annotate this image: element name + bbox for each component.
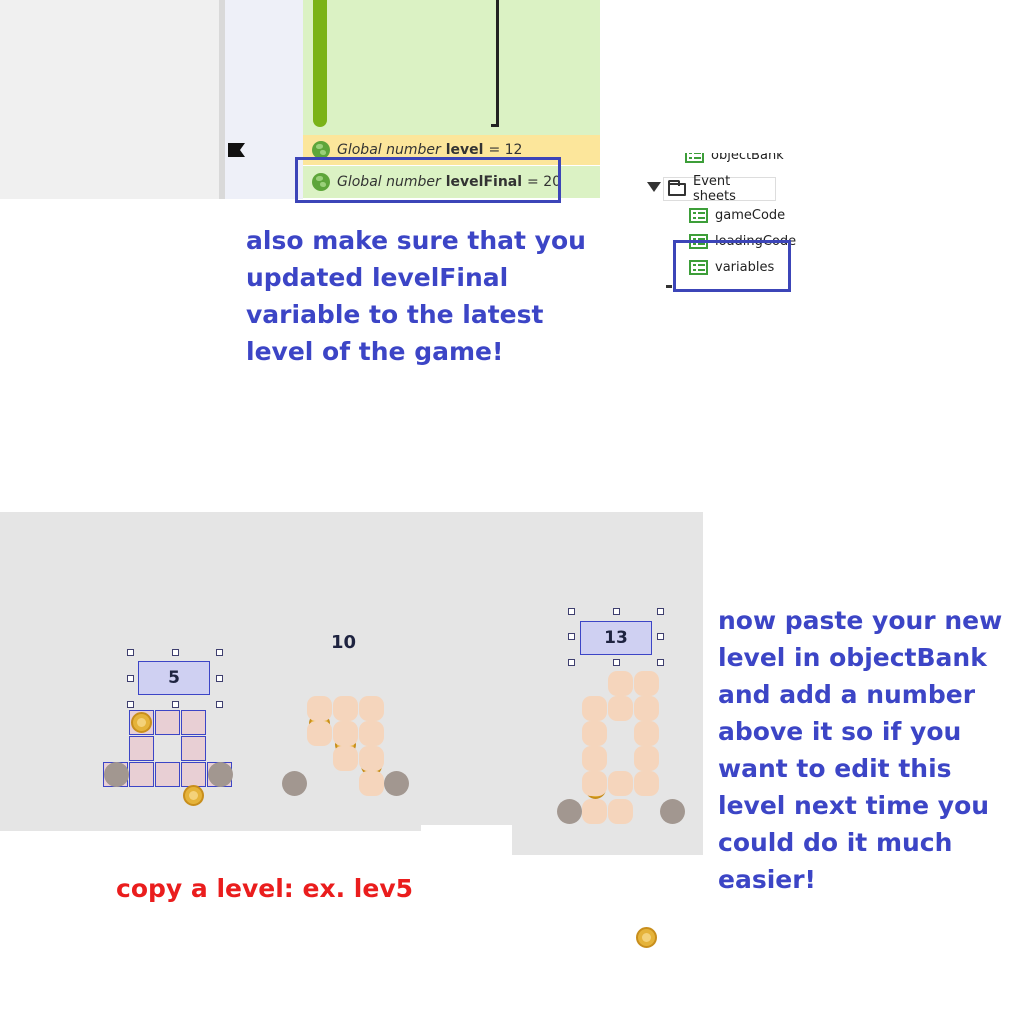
selection-handle[interactable] <box>216 675 223 682</box>
level-number-box[interactable]: 5 <box>138 661 210 695</box>
level-tile[interactable] <box>181 736 206 761</box>
stone[interactable] <box>660 799 685 824</box>
tree-item-gamecode[interactable]: gameCode <box>689 204 785 226</box>
selection-handle[interactable] <box>657 608 664 615</box>
selection-handle[interactable] <box>613 608 620 615</box>
level-tile[interactable] <box>181 710 206 735</box>
selection-handle[interactable] <box>568 659 575 666</box>
editor-background <box>0 0 219 199</box>
level-tile[interactable] <box>582 746 607 771</box>
level-number-label[interactable]: 10 <box>331 632 356 653</box>
event-sheet-icon <box>689 207 708 223</box>
level-tile[interactable] <box>333 746 358 771</box>
level-tile[interactable] <box>608 671 633 696</box>
selection-handle[interactable] <box>568 633 575 640</box>
level-tile[interactable] <box>582 696 607 721</box>
level-tile[interactable] <box>634 671 659 696</box>
level-tile[interactable] <box>359 721 384 746</box>
stone[interactable] <box>384 771 409 796</box>
level-tile[interactable] <box>608 771 633 796</box>
level-tile[interactable] <box>155 762 180 787</box>
event-block <box>303 0 600 135</box>
selection-handle[interactable] <box>613 659 620 666</box>
level-tile[interactable] <box>582 721 607 746</box>
level-tile[interactable] <box>634 771 659 796</box>
tree-folder-label: Event sheets <box>693 174 736 204</box>
levelfinal-highlight-box <box>295 157 561 203</box>
expand-triangle-icon[interactable] <box>647 182 661 192</box>
level-tile[interactable] <box>634 696 659 721</box>
instruction-caption-bottom: copy a level: ex. lev5 <box>116 874 414 903</box>
level-number-box[interactable]: 13 <box>580 621 652 655</box>
coin-icon[interactable] <box>183 785 204 806</box>
selection-handle[interactable] <box>127 701 134 708</box>
selection-handle[interactable] <box>657 659 664 666</box>
selection-handle[interactable] <box>568 608 575 615</box>
instruction-caption-right: now paste your new level in objectBank a… <box>718 606 1003 894</box>
level-tile[interactable] <box>608 696 633 721</box>
selection-handle[interactable] <box>127 649 134 656</box>
stone[interactable] <box>208 762 233 787</box>
selection-handle[interactable] <box>657 633 664 640</box>
variables-highlight-box <box>673 240 791 292</box>
level-tile[interactable] <box>307 696 332 721</box>
selection-handle[interactable] <box>127 675 134 682</box>
level-tile[interactable] <box>582 799 607 824</box>
selection-handle[interactable] <box>216 701 223 708</box>
level-tile[interactable] <box>129 736 154 761</box>
folder-icon <box>668 179 686 196</box>
selection-handle[interactable] <box>172 701 179 708</box>
level-tile[interactable] <box>181 762 206 787</box>
selection-handle[interactable] <box>216 649 223 656</box>
tree-item-label: gameCode <box>715 207 786 223</box>
variable-value: = 12 <box>488 142 523 158</box>
tree-item-objectbank-cut[interactable]: objectBank <box>685 153 805 166</box>
level-tile[interactable] <box>155 710 180 735</box>
bracket-foot <box>491 124 499 127</box>
flag-icon[interactable] <box>228 143 245 157</box>
stone[interactable] <box>282 771 307 796</box>
event-margin-panel <box>225 0 303 199</box>
coin-icon[interactable] <box>636 927 657 948</box>
variable-kind: Global number <box>337 142 441 158</box>
level-tile[interactable] <box>333 696 358 721</box>
level-tile[interactable] <box>582 771 607 796</box>
level-tile[interactable] <box>634 746 659 771</box>
variable-name: level <box>445 142 484 158</box>
selection-handle[interactable] <box>172 649 179 656</box>
stone[interactable] <box>104 762 129 787</box>
level-tile[interactable] <box>634 721 659 746</box>
instruction-caption-top: also make sure that you updated levelFin… <box>246 226 586 366</box>
level-tile[interactable] <box>608 799 633 824</box>
tree-item-label: objectBank <box>711 153 784 163</box>
stone[interactable] <box>557 799 582 824</box>
level-tile[interactable] <box>307 721 332 746</box>
tree-folder-event-sheets[interactable]: Event sheets <box>663 174 776 204</box>
event-sheet-icon <box>685 153 704 163</box>
level-tile[interactable] <box>333 721 358 746</box>
level-tile[interactable] <box>359 746 384 771</box>
variable-group-bar[interactable] <box>313 0 327 127</box>
level-tile[interactable] <box>359 696 384 721</box>
bracket-line <box>496 0 499 126</box>
layout-canvas-edge <box>0 825 421 831</box>
level-tile[interactable] <box>129 762 154 787</box>
layout-canvas-edge <box>512 825 703 855</box>
level-tile[interactable] <box>359 771 384 796</box>
coin-icon[interactable] <box>131 712 152 733</box>
tree-fragment <box>666 285 672 288</box>
